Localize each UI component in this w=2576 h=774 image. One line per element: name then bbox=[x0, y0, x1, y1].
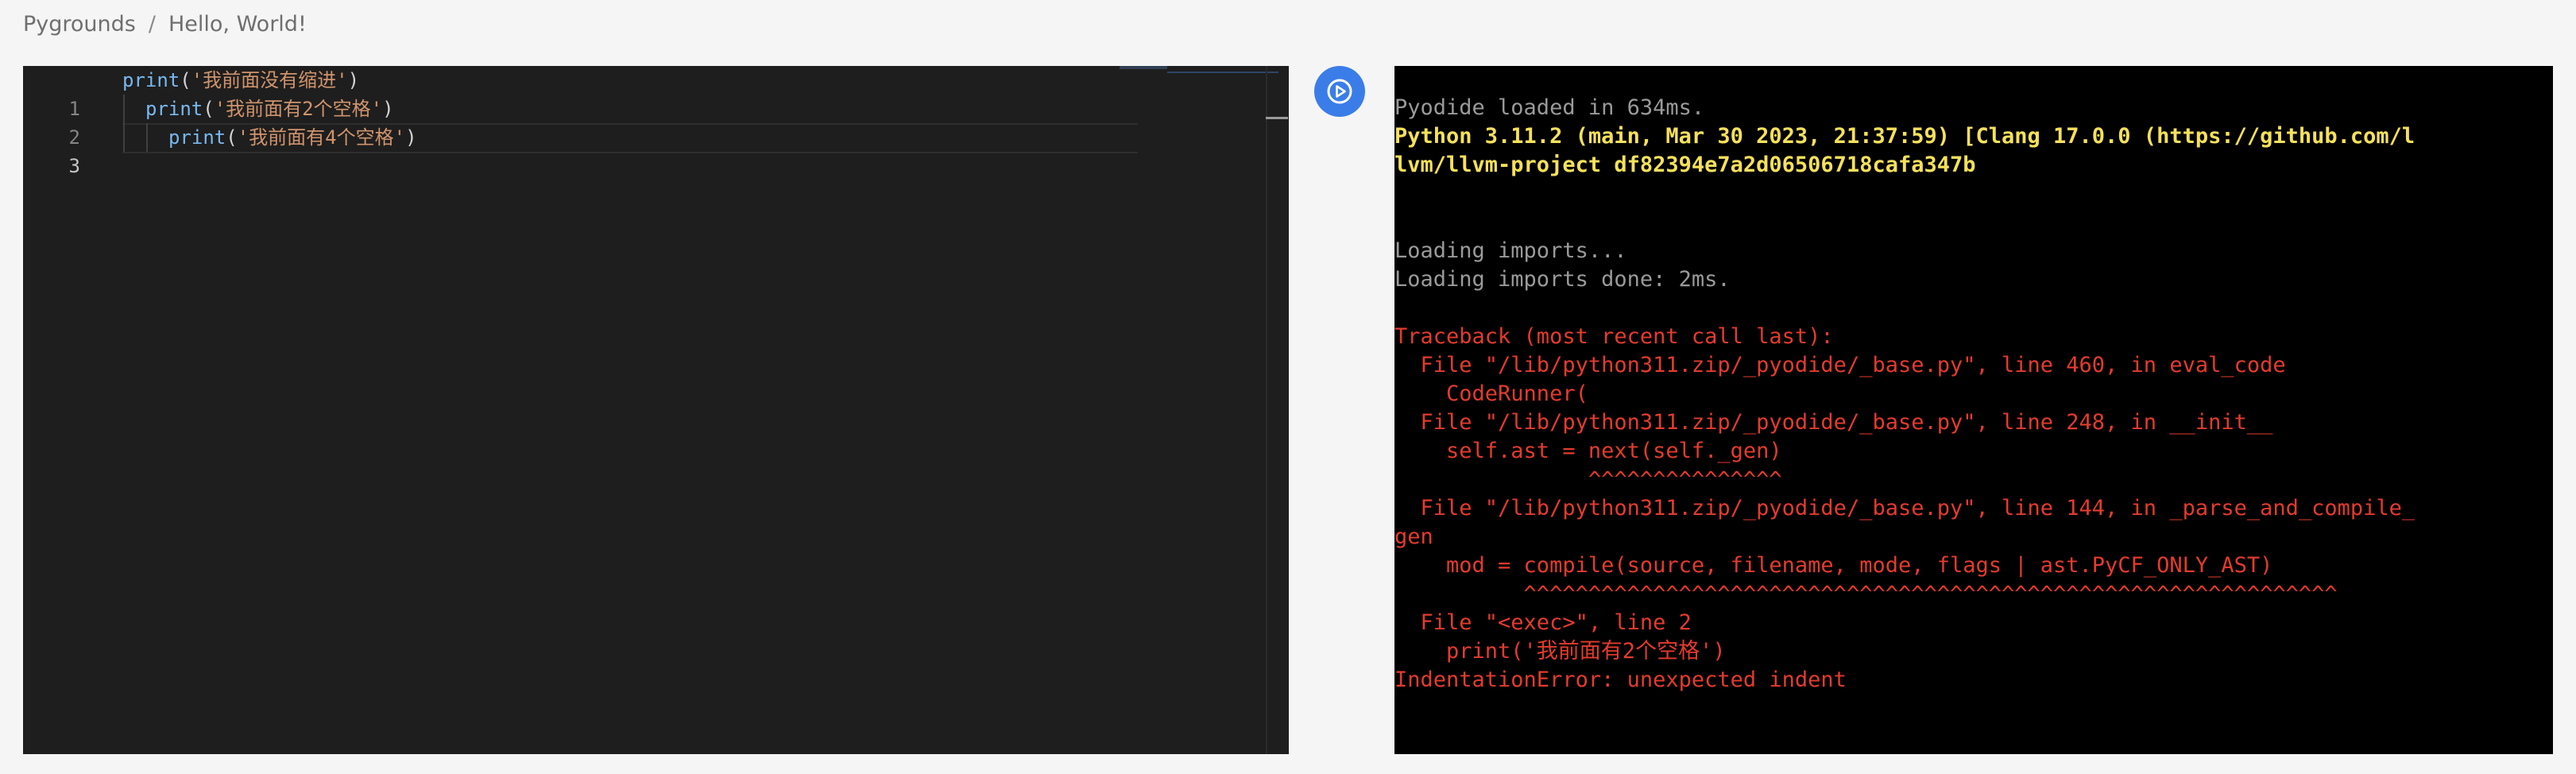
code-token-string: '我前面有2个空格' bbox=[214, 98, 383, 120]
breadcrumb: Pygrounds / Hello, World! bbox=[23, 10, 307, 38]
minimap-slider[interactable] bbox=[1167, 72, 1278, 73]
code-token-function: print bbox=[122, 69, 180, 91]
breadcrumb-root-link[interactable]: Pygrounds bbox=[23, 12, 136, 37]
code-token-paren: ) bbox=[405, 126, 417, 149]
console-line: lvm/llvm-project df82394e7a2d06506718caf… bbox=[1394, 153, 1976, 177]
console-line: File "/lib/python311.zip/_pyodide/_base.… bbox=[1394, 496, 2415, 521]
code-line[interactable]: 1 print('我前面没有缩进') bbox=[23, 66, 1289, 120]
console-line: ^^^^^^^^^^^^^^^^^^^^^^^^^^^^^^^^^^^^^^^^… bbox=[1394, 582, 2338, 606]
console-output[interactable]: Pyodide loaded in 634ms. Python 3.11.2 (… bbox=[1394, 66, 2553, 754]
code-token-paren: ) bbox=[382, 98, 394, 120]
code-token-paren: ( bbox=[226, 126, 238, 149]
code-line-current[interactable]: 3 print('我前面有4个空格') bbox=[23, 123, 1289, 177]
console-line: Pyodide loaded in 634ms. bbox=[1394, 95, 1705, 120]
play-circle-icon bbox=[1327, 79, 1352, 104]
code-token-function: print bbox=[168, 126, 226, 149]
console-error-line: IndentationError: unexpected indent bbox=[1394, 668, 1847, 692]
console-line: print('我前面有2个空格') bbox=[1394, 639, 1726, 664]
code-text: print('我前面没有缩进') bbox=[122, 66, 359, 95]
scrollbar-cursor-marker bbox=[1266, 117, 1288, 119]
console-line: File "<exec>", line 2 bbox=[1394, 610, 1692, 635]
console-line: Loading imports done: 2ms. bbox=[1394, 267, 1731, 292]
console-line: File "/lib/python311.zip/_pyodide/_base.… bbox=[1394, 410, 2273, 435]
breadcrumb-current: Hello, World! bbox=[168, 11, 307, 37]
console-line: File "/lib/python311.zip/_pyodide/_base.… bbox=[1394, 353, 2286, 377]
code-text: print('我前面有4个空格') bbox=[168, 123, 417, 152]
console-line: CodeRunner( bbox=[1394, 381, 1588, 406]
console-line: self.ast = next(self._gen) bbox=[1394, 439, 1782, 463]
minimap[interactable] bbox=[1120, 66, 1167, 69]
console-line: Python 3.11.2 (main, Mar 30 2023, 21:37:… bbox=[1394, 124, 2415, 149]
code-token-string: '我前面有4个空格' bbox=[237, 126, 406, 149]
code-text: print('我前面有2个空格') bbox=[145, 95, 394, 123]
breadcrumb-separator: / bbox=[148, 11, 156, 37]
console-line: Traceback (most recent call last): bbox=[1394, 324, 1834, 349]
console-line: Loading imports... bbox=[1394, 238, 1627, 263]
console-line: gen bbox=[1394, 524, 1433, 549]
code-token-paren: ( bbox=[180, 69, 191, 91]
editor-scrollbar[interactable] bbox=[1266, 66, 1267, 754]
code-token-function: print bbox=[145, 98, 203, 120]
code-editor[interactable]: 1 print('我前面没有缩进') 2 print('我前面有2个空格') 3… bbox=[23, 66, 1289, 754]
code-token-paren: ) bbox=[347, 69, 360, 91]
code-token-string: '我前面没有缩进' bbox=[191, 69, 348, 91]
code-token-paren: ( bbox=[203, 98, 215, 120]
code-line[interactable]: 2 print('我前面有2个空格') bbox=[23, 95, 1289, 149]
run-button[interactable] bbox=[1314, 66, 1365, 117]
line-number: 3 bbox=[68, 155, 80, 177]
console-line: mod = compile(source, filename, mode, fl… bbox=[1394, 553, 2273, 578]
console-line: ^^^^^^^^^^^^^^^ bbox=[1394, 467, 1782, 492]
